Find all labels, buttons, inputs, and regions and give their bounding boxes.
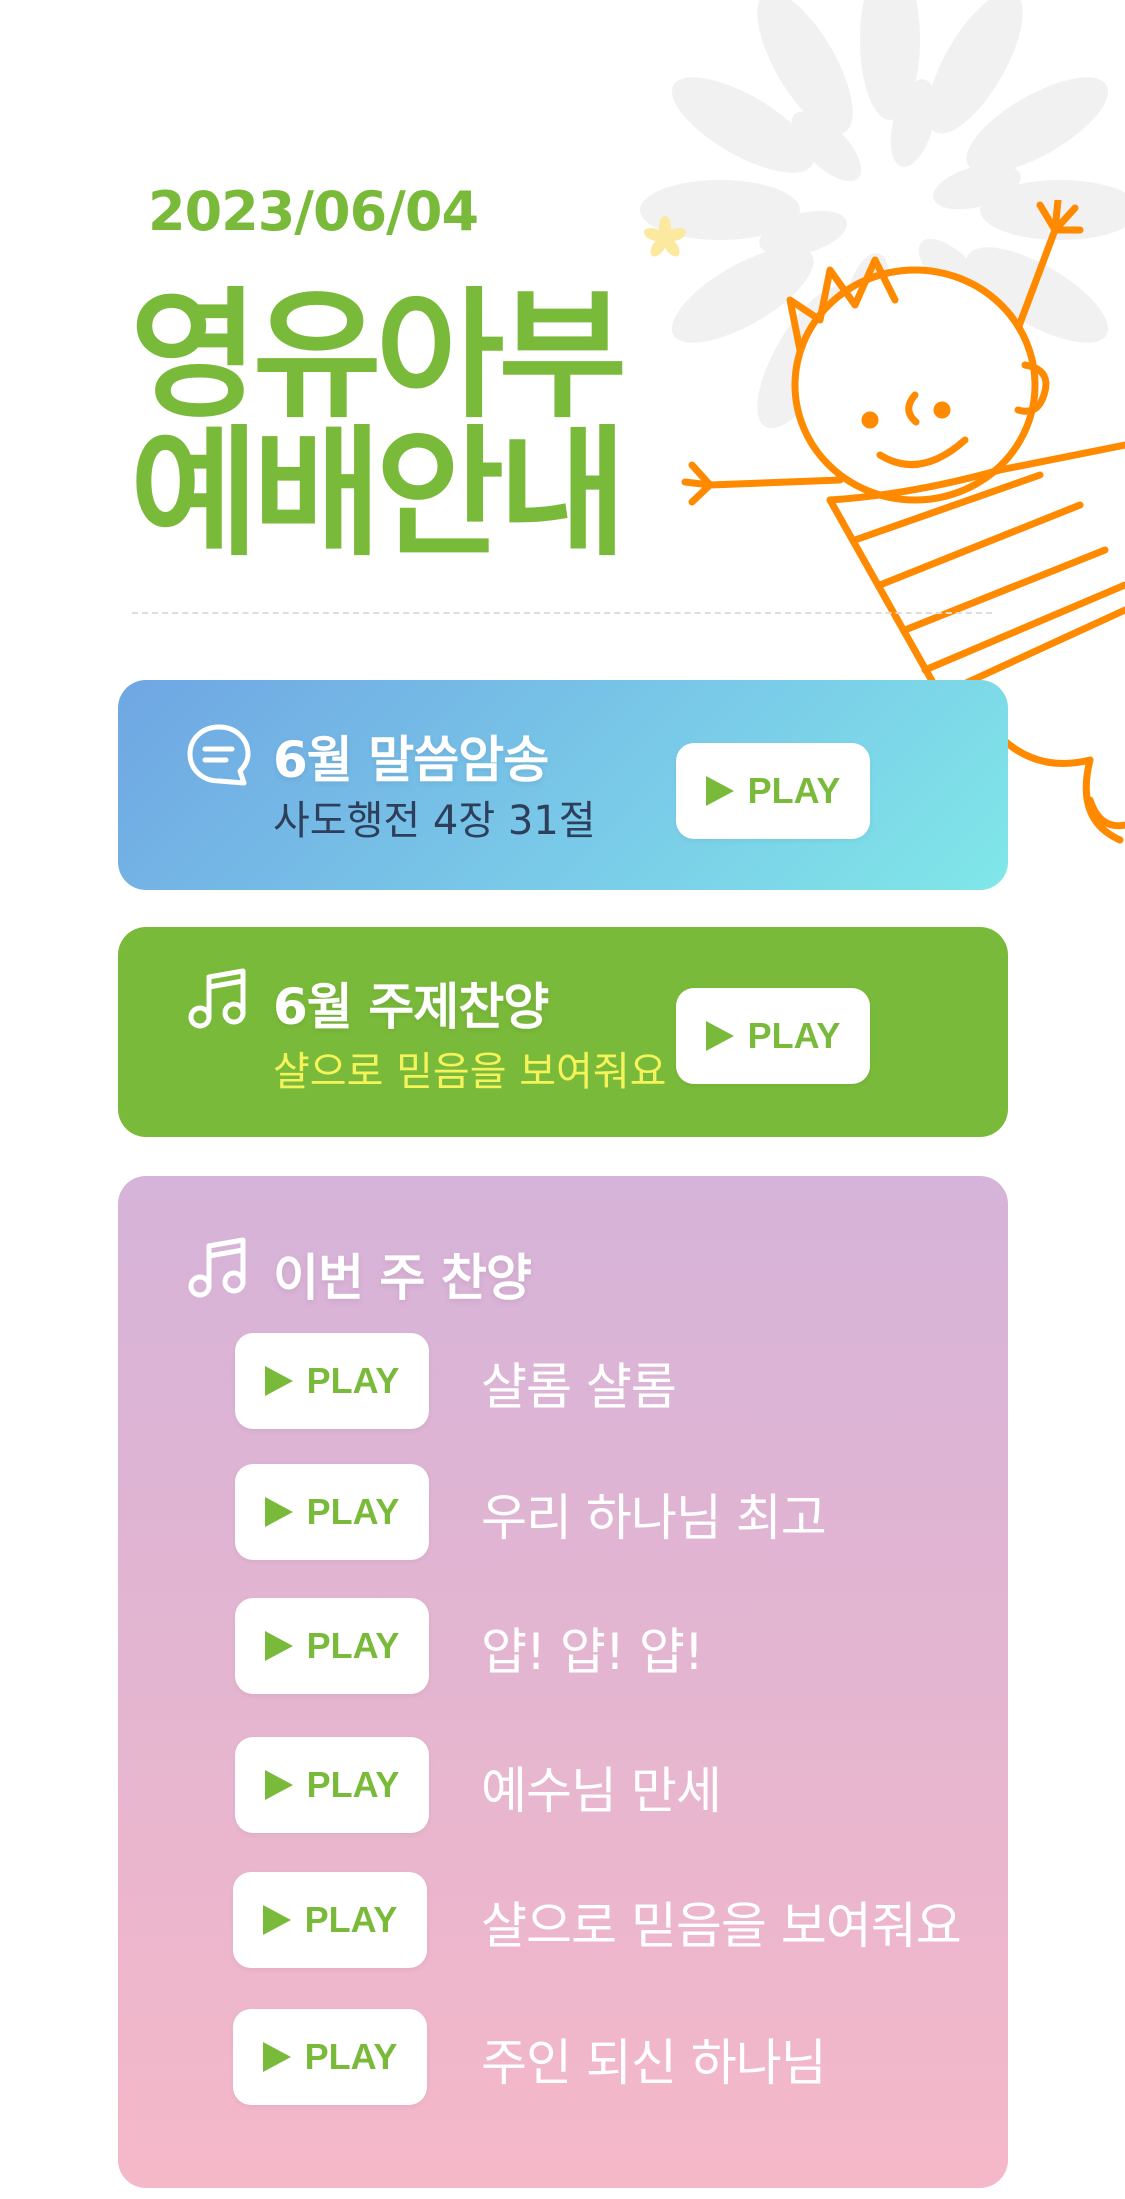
song-row: PLAY 우리 하나님 최고 [235,1464,935,1560]
song-play-button[interactable]: PLAY [235,1737,429,1833]
play-icon [264,1366,293,1396]
song-title: 우리 하나님 최고 [481,1489,827,1547]
music-note-icon [188,968,246,1029]
song-play-button[interactable]: PLAY [233,1872,427,1968]
play-icon [262,1905,291,1935]
play-button-label: PLAY [306,1764,400,1805]
theme-song-card: 6월 주제찬양 샬으로 믿음을 보여줘요 PLAY [118,927,1008,1137]
theme-song-title: 6월 주제찬양 [273,978,549,1036]
song-play-button[interactable]: PLAY [235,1598,429,1694]
play-button-label: PLAY [747,770,841,811]
play-button-label: PLAY [306,1625,400,1666]
weekly-songs-card: 이번 주 찬양 PLAY 샬롬 샬롬 PLAY 우리 하나님 최고 PLAY 얍… [118,1176,1008,2188]
play-icon [705,776,734,806]
play-button-label: PLAY [304,2036,398,2077]
dashed-divider [132,612,992,614]
memory-verse-reference: 사도행전 4장 31절 [273,798,596,844]
chat-icon [187,724,251,786]
theme-song-name: 샬으로 믿음을 보여줘요 [273,1049,667,1095]
song-title: 예수님 만세 [481,1762,722,1820]
play-icon [264,1770,293,1800]
service-date: 2023/06/04 [148,180,479,243]
song-row: PLAY 얍! 얍! 얍! [235,1598,935,1694]
play-icon [264,1631,293,1661]
song-row: PLAY 샬롬 샬롬 [235,1333,935,1429]
song-play-button[interactable]: PLAY [233,2009,427,2105]
page-title-line-1: 영유아부 [130,275,627,438]
weekly-songs-title: 이번 주 찬양 [273,1249,532,1307]
song-row: PLAY 주인 되신 하나님 [233,2009,933,2105]
song-play-button[interactable]: PLAY [235,1464,429,1560]
memory-verse-title: 6월 말씀암송 [273,731,549,789]
page-title: 영유아부 예배안내 [130,275,627,576]
music-note-icon [188,1237,246,1298]
song-title: 샬롬 샬롬 [481,1358,677,1416]
song-row: PLAY 예수님 만세 [235,1737,935,1833]
page-title-line-2: 예배안내 [130,413,627,576]
memory-verse-card: 6월 말씀암송 사도행전 4장 31절 PLAY [118,680,1008,890]
play-button-label: PLAY [304,1899,398,1940]
play-button-label: PLAY [306,1360,400,1401]
song-title: 주인 되신 하나님 [481,2034,827,2092]
play-icon [705,1021,734,1051]
song-row: PLAY 샬으로 믿음을 보여줘요 [233,1872,962,1968]
song-play-button[interactable]: PLAY [235,1333,429,1429]
play-icon [262,2042,291,2072]
song-title: 얍! 얍! 얍! [481,1623,704,1681]
memory-verse-play-button[interactable]: PLAY [676,743,870,839]
play-icon [264,1497,293,1527]
theme-song-play-button[interactable]: PLAY [676,988,870,1084]
song-title: 샬으로 믿음을 보여줘요 [481,1897,962,1955]
play-button-label: PLAY [306,1491,400,1532]
play-button-label: PLAY [747,1015,841,1056]
